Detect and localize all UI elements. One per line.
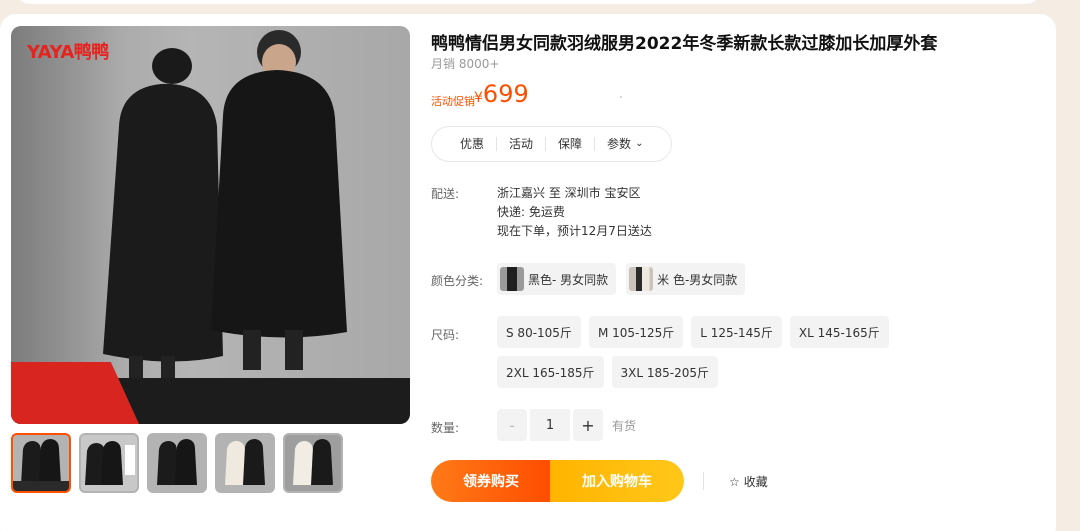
tab-params-label: 参数 xyxy=(607,137,632,151)
size-option-m[interactable]: M 105-125斤 xyxy=(588,316,684,348)
tab-discount-label: 优惠 xyxy=(460,137,485,151)
color-label: 颜色分类: xyxy=(431,274,484,288)
shipping-express: 快递: 免运费 xyxy=(497,205,565,219)
decrease-button[interactable]: - xyxy=(497,409,527,441)
size-option-xl[interactable]: XL 145-165斤 xyxy=(789,316,889,348)
quantity-input[interactable]: 1 xyxy=(530,409,570,441)
quantity-label: 数量: xyxy=(431,421,460,435)
tab-params[interactable]: 参数 ⌄ xyxy=(595,137,655,151)
add-to-cart-button[interactable]: 加入购物车 xyxy=(550,460,684,502)
color-swatch-beige xyxy=(629,267,654,291)
favorite-button[interactable]: ☆ 收藏 xyxy=(729,473,768,490)
shipping-route[interactable]: 浙江嘉兴 至 深圳市 宝安区 xyxy=(497,184,652,203)
shipping-info: 浙江嘉兴 至 深圳市 宝安区 快递: 免运费 现在下单，预计12月7日送达 xyxy=(497,184,652,241)
chevron-down-icon: ⌄ xyxy=(635,138,644,149)
tab-activity[interactable]: 活动 xyxy=(497,137,547,151)
increase-button[interactable]: + xyxy=(573,409,603,441)
promo-label: 活动促销 xyxy=(431,95,475,108)
size-option-3xl[interactable]: 3XL 185-205斤 xyxy=(611,356,718,388)
thumbnail-2[interactable] xyxy=(79,433,139,493)
decorative-dot xyxy=(620,96,622,98)
size-option-l[interactable]: L 125-145斤 xyxy=(691,316,782,348)
price: ¥699 xyxy=(474,80,529,108)
color-option-black[interactable]: 黑色- 男女同款 xyxy=(497,263,617,295)
color-option-label: 黑色- 男女同款 xyxy=(528,272,609,287)
tab-activity-label: 活动 xyxy=(509,137,534,151)
shipping-eta: 现在下单，预计12月7日送达 xyxy=(497,224,652,238)
currency-symbol: ¥ xyxy=(474,90,483,106)
size-option-s[interactable]: S 80-105斤 xyxy=(497,316,581,348)
thumbnail-1[interactable] xyxy=(11,433,71,493)
thumbnail-4[interactable] xyxy=(215,433,275,493)
favorite-label: 收藏 xyxy=(743,475,768,489)
shipping-label: 配送: xyxy=(431,187,460,201)
main-product-image[interactable]: YAYA鸭鸭 xyxy=(11,26,410,424)
tab-discount[interactable]: 优惠 xyxy=(448,137,498,151)
product-title: 鸭鸭情侣男女同款羽绒服男2022年冬季新款长款过膝加长加厚外套 xyxy=(431,34,938,54)
color-option-label: 米 色-男女同款 xyxy=(657,272,738,287)
size-options: S 80-105斤 M 105-125斤 L 125-145斤 XL 145-1… xyxy=(497,316,997,388)
color-options: 黑色- 男女同款 米 色-男女同款 xyxy=(497,263,746,295)
purchase-actions: 领券购买 加入购物车 xyxy=(431,460,684,502)
tab-guarantee-label: 保障 xyxy=(558,137,583,151)
size-option-2xl[interactable]: 2XL 165-185斤 xyxy=(497,356,604,388)
price-value: 699 xyxy=(482,80,529,108)
action-divider xyxy=(703,472,704,490)
stock-status: 有货 xyxy=(612,418,637,433)
previous-card-edge xyxy=(16,0,1040,4)
tab-guarantee[interactable]: 保障 xyxy=(546,137,596,151)
star-icon: ☆ xyxy=(729,474,740,489)
brand-logo: YAYA鸭鸭 xyxy=(27,42,109,63)
thumbnail-3[interactable] xyxy=(147,433,207,493)
color-option-beige[interactable]: 米 色-男女同款 xyxy=(626,263,746,295)
thumbnail-strip xyxy=(11,433,343,493)
quantity-stepper: - 1 + 有货 xyxy=(497,409,636,441)
thumbnail-5[interactable] xyxy=(283,433,343,493)
color-swatch-black xyxy=(500,267,524,291)
buy-with-coupon-button[interactable]: 领券购买 xyxy=(431,460,551,502)
monthly-sales: 月销 8000+ xyxy=(431,57,500,71)
info-tabs: 优惠 活动 保障 参数 ⌄ xyxy=(431,126,673,162)
size-label: 尺码: xyxy=(431,328,460,342)
